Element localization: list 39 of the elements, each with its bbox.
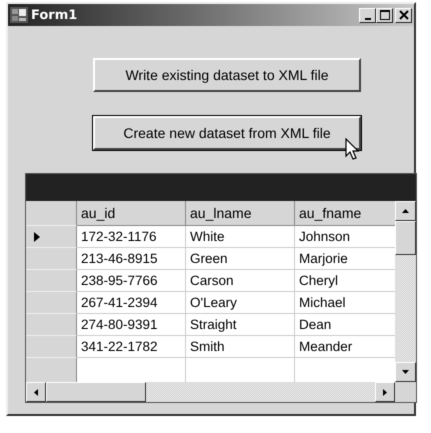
table-cell: 238-95-7766 xyxy=(77,270,186,292)
table-cell: 213-46-8915 xyxy=(77,248,186,270)
scroll-right-button[interactable] xyxy=(375,382,395,402)
mouse-pointer-icon xyxy=(345,138,361,162)
scroll-thumb[interactable] xyxy=(46,382,146,402)
action-button[interactable]: Write existing dataset to XML file xyxy=(93,58,361,92)
horizontal-scrollbar[interactable] xyxy=(26,382,416,402)
up-arrow-icon xyxy=(402,209,409,213)
close-icon xyxy=(398,10,408,20)
current-row-icon xyxy=(34,232,40,242)
table-cell: 267-41-2394 xyxy=(77,292,186,314)
vertical-scrollbar[interactable] xyxy=(395,201,416,382)
down-arrow-icon xyxy=(402,370,409,374)
table-cell: 274-80-9391 xyxy=(77,314,186,336)
window-title: Form1 xyxy=(31,8,78,22)
minimize-icon xyxy=(364,18,370,20)
table-cell: Carson xyxy=(186,270,295,292)
close-button[interactable] xyxy=(395,8,412,22)
action-button[interactable]: Create new dataset from XML file xyxy=(93,116,361,150)
scroll-left-button[interactable] xyxy=(26,382,46,402)
table-cell: Straight xyxy=(186,314,295,336)
header-corner xyxy=(26,201,77,226)
form-icon xyxy=(10,7,28,23)
maximize-icon xyxy=(380,10,390,20)
table-cell: Green xyxy=(186,248,295,270)
left-arrow-icon xyxy=(34,388,38,396)
scroll-down-button[interactable] xyxy=(395,362,416,382)
scroll-thumb[interactable] xyxy=(395,221,416,255)
column-header[interactable]: au_lname xyxy=(186,201,295,226)
scroll-up-button[interactable] xyxy=(395,201,416,221)
table-cell: O'Leary xyxy=(186,292,295,314)
table-cell: 172-32-1176 xyxy=(77,226,186,248)
table-cell: White xyxy=(186,226,295,248)
minimize-button[interactable] xyxy=(359,8,376,22)
right-arrow-icon xyxy=(383,388,387,396)
column-header[interactable]: au_fname xyxy=(295,201,395,226)
column-header[interactable]: au_id xyxy=(77,201,186,226)
maximize-button[interactable] xyxy=(376,8,393,22)
row-header[interactable] xyxy=(26,226,77,248)
